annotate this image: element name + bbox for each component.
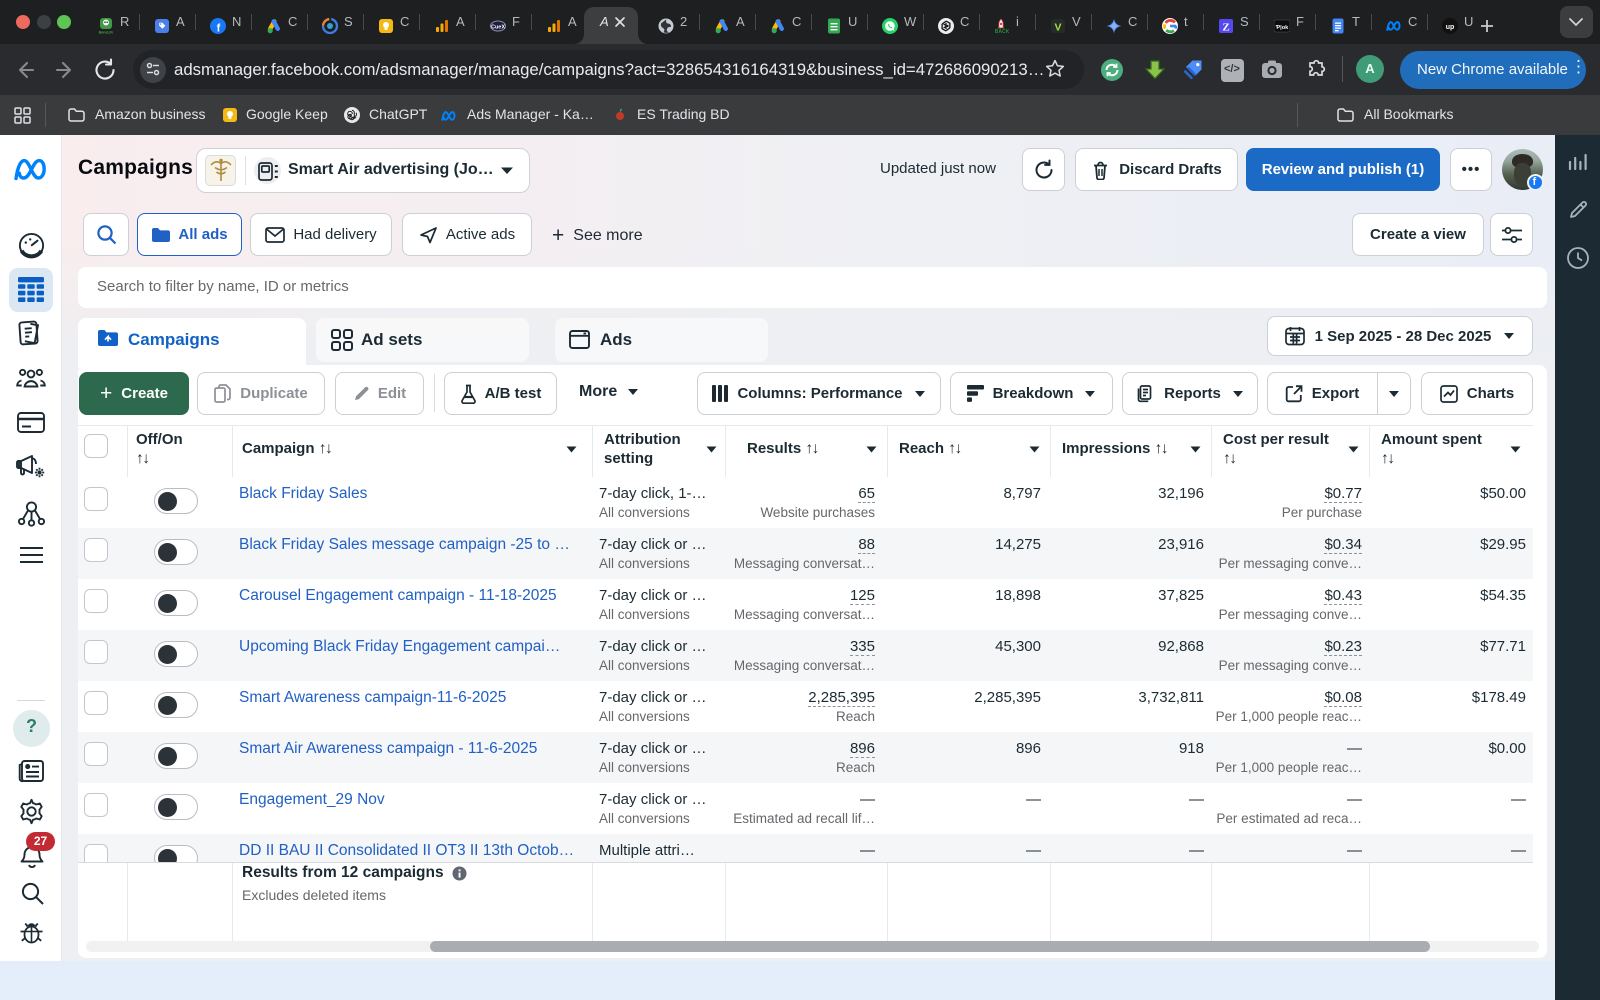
svg-text:BACK: BACK [995,29,1010,34]
svg-text:up: up [1446,24,1455,31]
svg-text:BonsLife: BonsLife [99,31,114,35]
svg-text:V: V [1054,21,1061,33]
svg-text:Ƥ|ok: Ƥ|ok [1276,25,1289,31]
svg-text:Z: Z [1222,22,1229,34]
svg-text:CueX: CueX [491,24,505,30]
svg-text:f: f [217,22,221,34]
